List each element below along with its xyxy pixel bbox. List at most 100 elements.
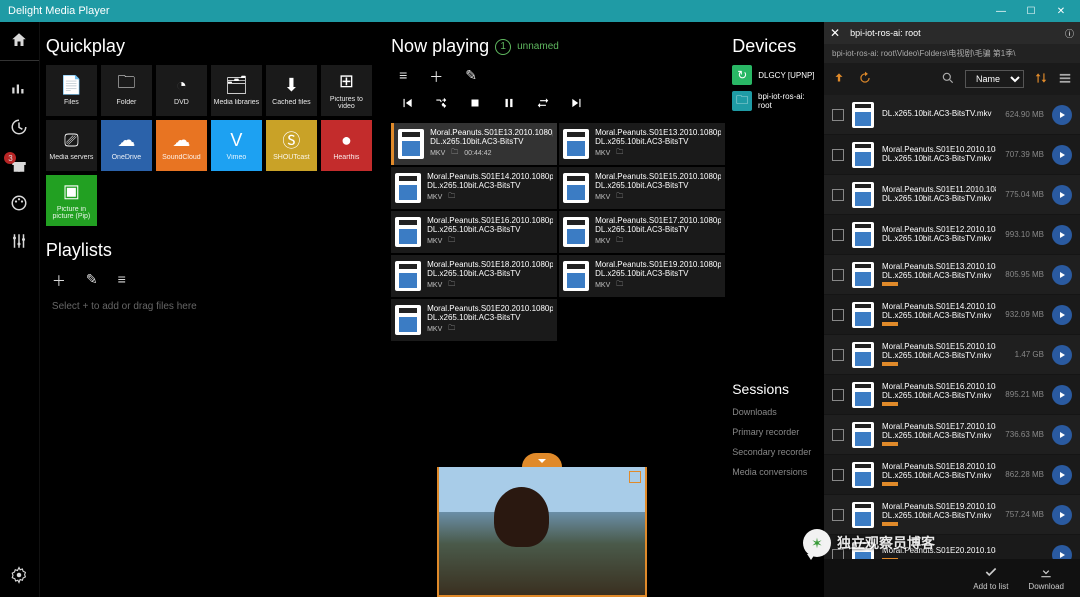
tile-vimeo[interactable]: VVimeo bbox=[211, 120, 262, 171]
tile-hearthis[interactable]: ●Hearthis bbox=[321, 120, 372, 171]
add-to-list-button[interactable]: Add to list bbox=[973, 565, 1008, 591]
edit-track-icon[interactable]: ✎ bbox=[465, 67, 477, 87]
window-maximize[interactable]: ☐ bbox=[1016, 0, 1046, 22]
checkbox[interactable] bbox=[832, 509, 844, 521]
breadcrumb[interactable]: bpi-iot-ros-ai: root\Video\Folders\电视剧\毛… bbox=[824, 44, 1080, 63]
tile-pictures-to-video[interactable]: ⊞Pictures to video bbox=[321, 65, 372, 116]
session-item[interactable]: Secondary recorder bbox=[732, 447, 820, 457]
track-item[interactable]: Moral.Peanuts.S01E13.2010.1080p.WEB-DL.x… bbox=[559, 123, 725, 165]
checkbox[interactable] bbox=[832, 469, 844, 481]
checkbox[interactable] bbox=[832, 429, 844, 441]
play-button[interactable] bbox=[1052, 105, 1072, 125]
tile-picture-in-picture-pip-[interactable]: ▣Picture in picture (Pip) bbox=[46, 175, 97, 226]
info-icon[interactable]: ⓘ bbox=[1065, 27, 1074, 40]
session-item[interactable]: Primary recorder bbox=[732, 427, 820, 437]
play-button[interactable] bbox=[1052, 225, 1072, 245]
history-icon[interactable] bbox=[9, 117, 29, 137]
file-row[interactable]: Moral.Peanuts.S01E18.2010.1080p.WEB-DL.x… bbox=[824, 455, 1080, 495]
checkbox[interactable] bbox=[832, 549, 844, 560]
play-button[interactable] bbox=[1052, 345, 1072, 365]
track-item[interactable]: Moral.Peanuts.S01E19.2010.1080p.WEB-DL.x… bbox=[559, 255, 725, 297]
edit-playlist-icon[interactable]: ✎ bbox=[86, 271, 98, 291]
session-item[interactable]: Media conversions bbox=[732, 467, 820, 477]
play-button[interactable] bbox=[1052, 385, 1072, 405]
tile-dvd[interactable]: ◔DVD bbox=[156, 65, 207, 116]
play-button[interactable] bbox=[1052, 305, 1072, 325]
repeat-icon[interactable] bbox=[533, 93, 553, 113]
sort-select[interactable]: Name bbox=[965, 70, 1024, 88]
tile-shoutcast[interactable]: ⓈSHOUTcast bbox=[266, 120, 317, 171]
track-item[interactable]: Moral.Peanuts.S01E17.2010.1080p.WEB-DL.x… bbox=[559, 211, 725, 253]
checkbox[interactable] bbox=[832, 309, 844, 321]
session-item[interactable]: Downloads bbox=[732, 407, 820, 417]
pip-toggle-icon[interactable] bbox=[522, 453, 562, 467]
file-row[interactable]: Moral.Peanuts.S01E14.2010.1080p.WEB-DL.x… bbox=[824, 295, 1080, 335]
play-button[interactable] bbox=[1052, 185, 1072, 205]
tile-files[interactable]: 📄Files bbox=[46, 65, 97, 116]
palette-icon[interactable] bbox=[9, 193, 29, 213]
checkbox[interactable] bbox=[832, 269, 844, 281]
play-button[interactable] bbox=[1052, 145, 1072, 165]
pip-preview[interactable] bbox=[437, 467, 647, 597]
add-playlist-icon[interactable]: ＋ bbox=[52, 271, 66, 291]
playlist-items-icon[interactable]: ≡ bbox=[399, 67, 407, 87]
track-item[interactable]: Moral.Peanuts.S01E16.2010.1080p.WEB-DL.x… bbox=[391, 211, 557, 253]
file-row[interactable]: Moral.Peanuts.S01E12.2010.1080p.WEB-DL.x… bbox=[824, 215, 1080, 255]
checkbox[interactable] bbox=[832, 389, 844, 401]
tile-folder[interactable]: 🗀Folder bbox=[101, 65, 152, 116]
now-playing-header: Now playing 1 unnamed bbox=[391, 36, 726, 57]
play-button[interactable] bbox=[1052, 545, 1072, 560]
settings-icon[interactable] bbox=[9, 565, 29, 585]
track-item[interactable]: Moral.Peanuts.S01E18.2010.1080p.WEB-DL.x… bbox=[391, 255, 557, 297]
checkbox[interactable] bbox=[832, 149, 844, 161]
equalizer-icon[interactable] bbox=[9, 79, 29, 99]
search-icon[interactable] bbox=[941, 71, 955, 88]
track-item[interactable]: Moral.Peanuts.S01E14.2010.1080p.WEB-DL.x… bbox=[391, 167, 557, 209]
tile-soundcloud[interactable]: ☁SoundCloud bbox=[156, 120, 207, 171]
device-item[interactable]: 🗀bpi-iot-ros-ai: root bbox=[732, 91, 820, 111]
checkbox[interactable] bbox=[832, 189, 844, 201]
track-item[interactable]: Moral.Peanuts.S01E15.2010.1080p.WEB-DL.x… bbox=[559, 167, 725, 209]
window-close[interactable]: ✕ bbox=[1046, 0, 1076, 22]
file-row[interactable]: Moral.Peanuts.S01E20.2010.1080p.WEB- bbox=[824, 535, 1080, 559]
sort-order-icon[interactable] bbox=[1034, 71, 1048, 88]
file-row[interactable]: Moral.Peanuts.S01E19.2010.1080p.WEB-DL.x… bbox=[824, 495, 1080, 535]
add-track-icon[interactable]: ＋ bbox=[429, 67, 443, 87]
tile-media-libraries[interactable]: 🗂Media libraries bbox=[211, 65, 262, 116]
track-item[interactable]: Moral.Peanuts.S01E13.2010.1080p.WEB-DL.x… bbox=[391, 123, 557, 165]
window-minimize[interactable]: — bbox=[986, 0, 1016, 22]
prev-icon[interactable] bbox=[397, 93, 417, 113]
play-button[interactable] bbox=[1052, 425, 1072, 445]
close-browser-icon[interactable]: ✕ bbox=[830, 26, 840, 40]
file-row[interactable]: DL.x265.10bit.AC3-BitsTV.mkv624.90 MB bbox=[824, 95, 1080, 135]
shuffle-icon[interactable] bbox=[431, 93, 451, 113]
checkbox[interactable] bbox=[832, 109, 844, 121]
file-row[interactable]: Moral.Peanuts.S01E17.2010.1080p.WEB-DL.x… bbox=[824, 415, 1080, 455]
pause-icon[interactable] bbox=[499, 93, 519, 113]
track-item[interactable]: Moral.Peanuts.S01E20.2010.1080p.WEB-DL.x… bbox=[391, 299, 557, 341]
list-view-icon[interactable]: ≡ bbox=[118, 271, 126, 291]
next-icon[interactable] bbox=[567, 93, 587, 113]
download-button[interactable]: Download bbox=[1028, 565, 1064, 591]
play-button[interactable] bbox=[1052, 265, 1072, 285]
home-icon[interactable] bbox=[9, 30, 29, 50]
tile-cached-files[interactable]: ⬇Cached files bbox=[266, 65, 317, 116]
file-row[interactable]: Moral.Peanuts.S01E11.2010.1080p.WEB-DL.x… bbox=[824, 175, 1080, 215]
play-button[interactable] bbox=[1052, 465, 1072, 485]
checkbox[interactable] bbox=[832, 229, 844, 241]
device-item[interactable]: ↻DLGCY [UPNP] bbox=[732, 65, 820, 85]
file-row[interactable]: Moral.Peanuts.S01E16.2010.1080p.WEB-DL.x… bbox=[824, 375, 1080, 415]
stop-icon[interactable] bbox=[465, 93, 485, 113]
view-icon[interactable] bbox=[1058, 71, 1072, 88]
tile-onedrive[interactable]: ☁OneDrive bbox=[101, 120, 152, 171]
tile-media-servers[interactable]: ⎚Media servers bbox=[46, 120, 97, 171]
sliders-icon[interactable] bbox=[9, 231, 29, 251]
file-row[interactable]: Moral.Peanuts.S01E13.2010.1080p.WEB-DL.x… bbox=[824, 255, 1080, 295]
up-icon[interactable] bbox=[832, 71, 846, 88]
gift-icon[interactable]: 3 bbox=[9, 155, 29, 175]
refresh-icon[interactable] bbox=[858, 71, 872, 88]
file-row[interactable]: Moral.Peanuts.S01E15.2010.1080p.WEB-DL.x… bbox=[824, 335, 1080, 375]
checkbox[interactable] bbox=[832, 349, 844, 361]
play-button[interactable] bbox=[1052, 505, 1072, 525]
file-row[interactable]: Moral.Peanuts.S01E10.2010.1080p.WEB-DL.x… bbox=[824, 135, 1080, 175]
